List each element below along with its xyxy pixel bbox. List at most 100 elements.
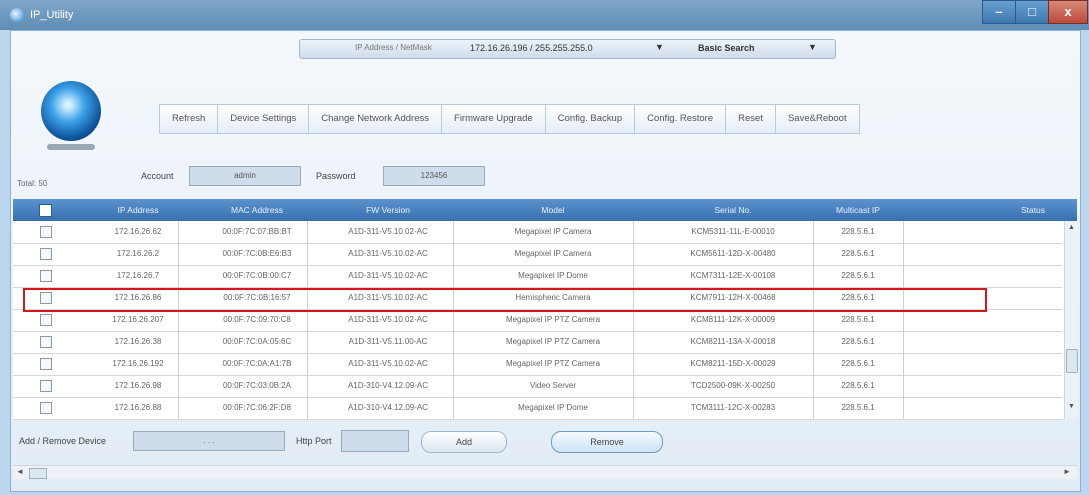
device-ip-input[interactable]: . . .: [133, 431, 285, 451]
device-settings-button[interactable]: Device Settings: [217, 104, 310, 134]
account-field[interactable]: admin: [189, 166, 301, 186]
cell-ip: 172.16.26.2: [98, 243, 179, 265]
cell-ip: 172.16.26.88: [98, 397, 179, 419]
col-serial-no[interactable]: Serial No.: [653, 199, 813, 221]
cell-multicast: 228.5.6.1: [813, 265, 904, 287]
ip-utility-window: IP_Utility – □ x IP Address / NetMask 17…: [0, 0, 1089, 495]
password-label: Password: [316, 171, 356, 181]
table-row[interactable]: 172.16.26.38 00:0F:7C:0A:05:6C A1D-311-V5.…: [13, 331, 1062, 354]
cell-ip: 172.16.26.62: [98, 221, 179, 243]
row-checkbox[interactable]: [40, 402, 52, 414]
firmware-upgrade-button[interactable]: Firmware Upgrade: [441, 104, 546, 134]
vertical-scroll-thumb[interactable]: [1066, 349, 1078, 373]
http-port-label: Http Port: [296, 436, 332, 446]
horizontal-scroll-thumb[interactable]: [29, 468, 47, 479]
save-reboot-button[interactable]: Save&Reboot: [774, 104, 860, 134]
http-port-input[interactable]: [341, 430, 409, 452]
cell-mac: 00:0F:7C:09:70:C8: [207, 309, 308, 331]
horizontal-scrollbar[interactable]: ◄ ►: [13, 465, 1077, 479]
chevron-down-icon[interactable]: ▼: [655, 42, 664, 52]
select-all-checkbox[interactable]: [39, 204, 52, 217]
config-backup-button[interactable]: Config. Backup: [544, 104, 636, 134]
remove-button[interactable]: Remove: [551, 431, 663, 453]
cell-ip: 172.16.26.7: [98, 265, 179, 287]
cell-model: Megapixel IP PTZ Camera: [473, 331, 634, 353]
change-network-address-button[interactable]: Change Network Address: [308, 104, 443, 134]
scroll-right-icon[interactable]: ►: [1063, 467, 1071, 476]
cell-serial: KCM5311-11L-E-00010: [653, 221, 814, 243]
cell-model: Video Server: [473, 375, 634, 397]
row-checkbox[interactable]: [40, 380, 52, 392]
cell-model: Megapixel IP Camera: [473, 243, 634, 265]
add-button[interactable]: Add: [421, 431, 507, 453]
cell-fw-version: A1D-311-V5.10.02-AC: [323, 265, 454, 287]
config-restore-button[interactable]: Config. Restore: [634, 104, 727, 134]
cell-mac: 00:0F:7C:06:2F:D8: [207, 397, 308, 419]
account-label: Account: [141, 171, 174, 181]
cell-model: Hemispheric Camera: [473, 287, 634, 309]
password-field[interactable]: 123456: [383, 166, 485, 186]
cell-serial: KCM8111-12K-X-00009: [653, 309, 814, 331]
refresh-button[interactable]: Refresh: [159, 104, 219, 134]
cell-model: Megapixel IP PTZ Camera: [473, 353, 634, 375]
cell-fw-version: A1D-310-V4.12.09-AC: [323, 397, 454, 419]
col-status[interactable]: Status: [1003, 199, 1063, 221]
chevron-down-icon[interactable]: ▼: [808, 42, 817, 52]
col-model[interactable]: Model: [473, 199, 633, 221]
cell-multicast: 228.5.6.1: [813, 221, 904, 243]
cell-serial: KCM8211-15D-X-00029: [653, 353, 814, 375]
table-row[interactable]: 172.16.26.86 00:0F:7C:0B:16:57 A1D-311-V5.…: [13, 287, 1062, 310]
table-row[interactable]: 172.16.26.7 00:0F:7C:0B:00:C7 A1D-311-V5.1…: [13, 265, 1062, 288]
row-checkbox[interactable]: [40, 292, 52, 304]
logo-base: [47, 144, 95, 150]
title-bar[interactable]: IP_Utility – □ x: [0, 0, 1089, 30]
scroll-left-icon[interactable]: ◄: [16, 467, 24, 476]
add-remove-device-label: Add / Remove Device: [19, 436, 107, 446]
cell-multicast: 228.5.6.1: [813, 353, 904, 375]
cell-fw-version: A1D-311-V5.10.02-AC: [323, 353, 454, 375]
cell-mac: 00:0F:7C:07:BB:BT: [207, 221, 308, 243]
toolbar: Refresh Device Settings Change Network A…: [159, 104, 860, 134]
row-checkbox[interactable]: [40, 270, 52, 282]
cell-fw-version: A1D-311-V5.10.02-AC: [323, 221, 454, 243]
maximize-button[interactable]: □: [1015, 0, 1049, 24]
scroll-up-icon[interactable]: ▲: [1066, 224, 1077, 234]
cell-model: Megapixel IP PTZ Camera: [473, 309, 634, 331]
row-checkbox[interactable]: [40, 336, 52, 348]
filter-label: IP Address / NetMask: [355, 43, 432, 52]
col-fw-version[interactable]: FW Version: [323, 199, 453, 221]
row-checkbox[interactable]: [40, 358, 52, 370]
cell-ip: 172.16.26.207: [98, 309, 179, 331]
cell-ip: 172.16.26.98: [98, 375, 179, 397]
close-button[interactable]: x: [1048, 0, 1088, 24]
cell-ip: 172.16.26.192: [98, 353, 179, 375]
table-row[interactable]: 172.16.26.62 00:0F:7C:07:BB:BT A1D-311-V5.…: [13, 221, 1062, 244]
table-row[interactable]: 172.16.26.192 00:0F:7C:0A:A1:7B A1D-311-V5…: [13, 353, 1062, 376]
row-checkbox[interactable]: [40, 226, 52, 238]
scroll-down-icon[interactable]: ▼: [1066, 403, 1077, 413]
vertical-scrollbar[interactable]: ▲ ▼: [1064, 221, 1078, 419]
cell-mac: 00:0F:7C:0B:16:57: [207, 287, 308, 309]
cell-multicast: 228.5.6.1: [813, 331, 904, 353]
search-mode-select[interactable]: Basic Search: [698, 43, 755, 53]
minimize-button[interactable]: –: [982, 0, 1016, 24]
reset-button[interactable]: Reset: [725, 104, 776, 134]
cell-multicast: 228.5.6.1: [813, 397, 904, 419]
cell-ip: 172.16.26.38: [98, 331, 179, 353]
table-row[interactable]: 172.16.26.88 00:0F:7C:06:2F:D8 A1D-310-V4.…: [13, 397, 1062, 420]
row-checkbox[interactable]: [40, 248, 52, 260]
cell-multicast: 228.5.6.1: [813, 243, 904, 265]
table-row[interactable]: 172.16.26.98 00:0F:7C:03:0B:2A A1D-310-V4.…: [13, 375, 1062, 398]
main-panel: IP Address / NetMask 172.16.26.196 / 255…: [10, 30, 1081, 492]
cell-serial: KCM8211-13A-X-00018: [653, 331, 814, 353]
col-mac-address[interactable]: MAC Address: [207, 199, 307, 221]
table-row[interactable]: 172.16.26.207 00:0F:7C:09:70:C8 A1D-311-V5…: [13, 309, 1062, 332]
table-row[interactable]: 172.16.26.2 00:0F:7C:0B:E6:B3 A1D-311-V5.1…: [13, 243, 1062, 266]
cell-fw-version: A1D-311-V5.10.02-AC: [323, 309, 454, 331]
row-checkbox[interactable]: [40, 314, 52, 326]
col-multicast-ip[interactable]: Multicast IP: [813, 199, 903, 221]
cell-fw-version: A1D-311-V5.10.02-AC: [323, 243, 454, 265]
ip-filter-dropdown[interactable]: IP Address / NetMask 172.16.26.196 / 255…: [299, 39, 836, 59]
device-total-count: Total: 50: [17, 179, 48, 188]
col-ip-address[interactable]: IP Address: [98, 199, 178, 221]
